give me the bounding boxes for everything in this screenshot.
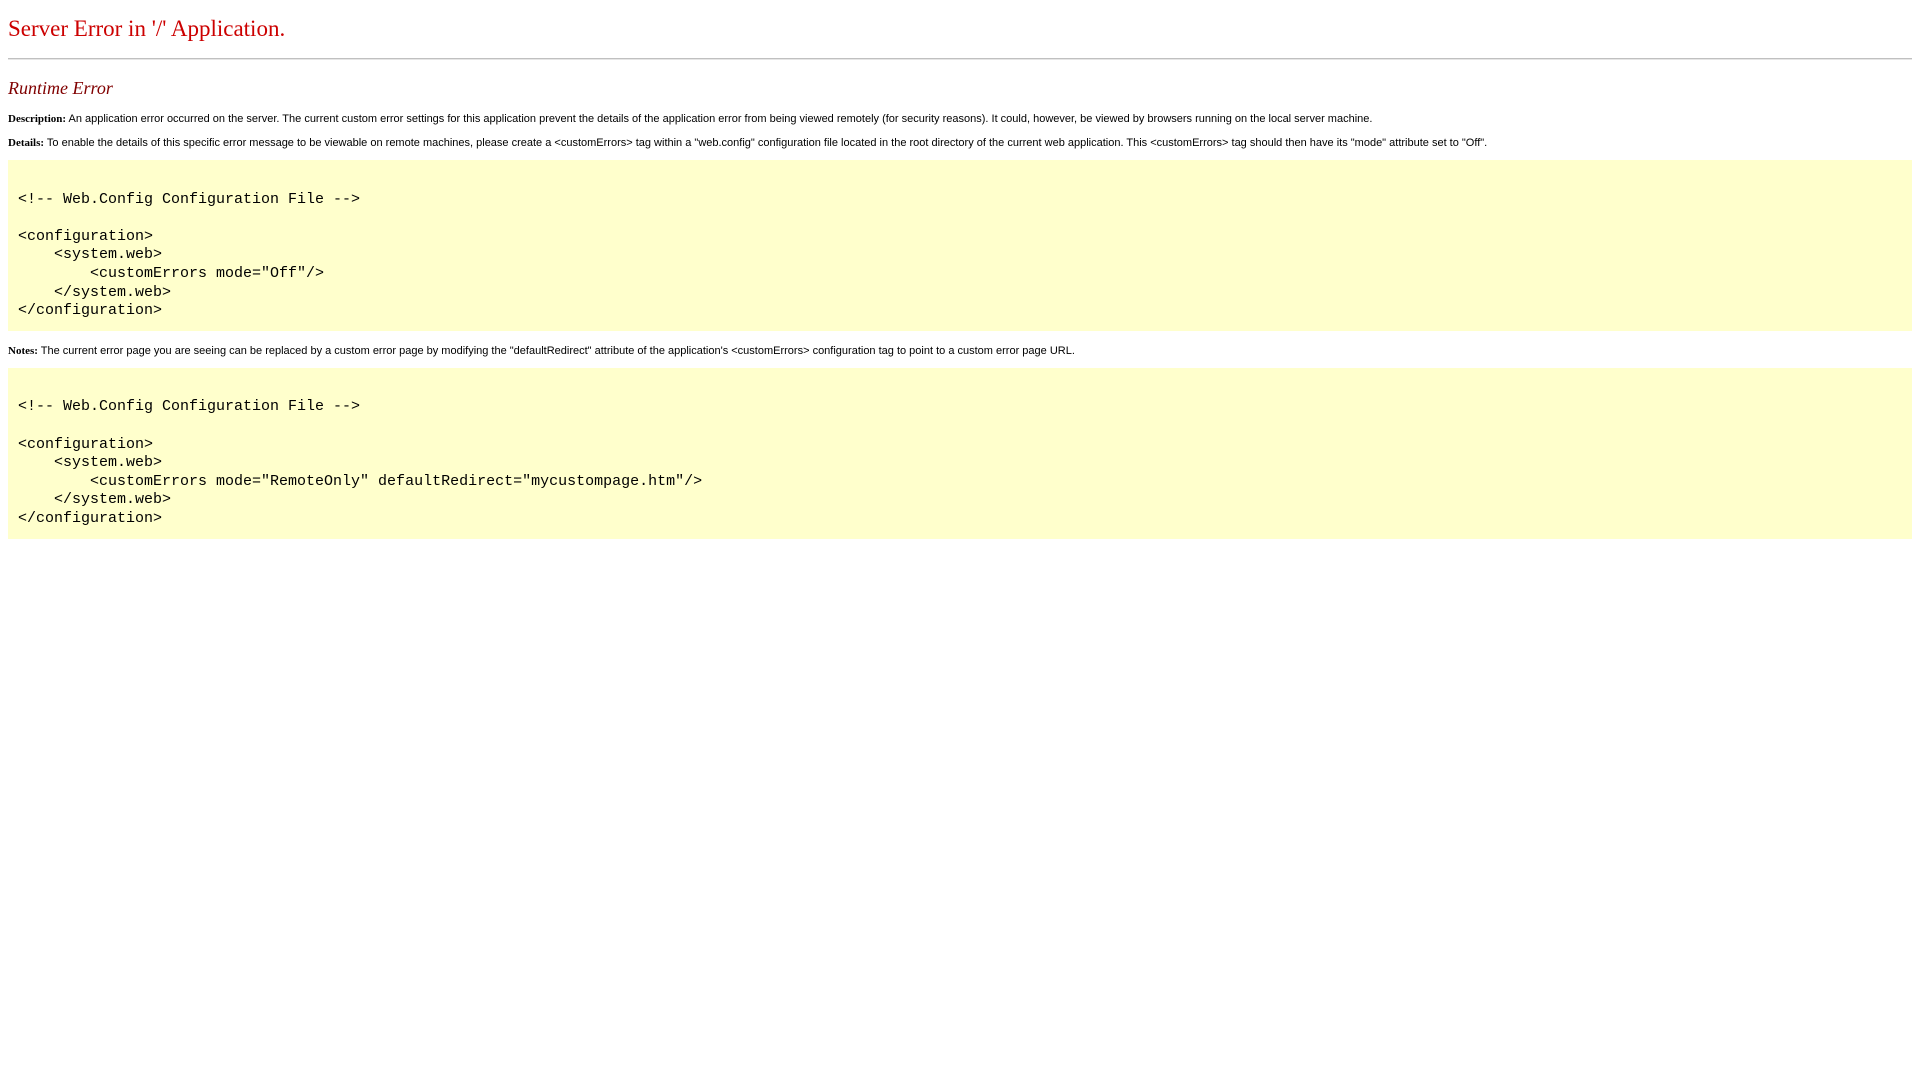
notes-text: The current error page you are seeing ca…: [40, 344, 1075, 357]
notes-line: Notes: The current error page you are se…: [8, 344, 1912, 358]
code-sample-box-off: <!-- Web.Config Configuration File --> <…: [8, 160, 1912, 331]
error-heading: Runtime Error: [8, 78, 113, 98]
notes-label: Notes:: [8, 344, 38, 357]
details-line: Details: To enable the details of this s…: [8, 136, 1912, 150]
code-sample-box-remoteonly: <!-- Web.Config Configuration File --> <…: [8, 367, 1912, 539]
code-sample-remoteonly: <!-- Web.Config Configuration File --> <…: [18, 398, 703, 527]
description-label: Description:: [8, 113, 67, 125]
title-divider: [8, 58, 1912, 60]
details-text: To enable the details of this specific e…: [46, 137, 1488, 149]
code-sample-off: <!-- Web.Config Configuration File --> <…: [18, 190, 361, 320]
details-label: Details:: [8, 137, 45, 149]
page-title: Server Error in '/' Application.: [8, 16, 286, 41]
description-text: An application error occurred on the ser…: [68, 113, 1373, 125]
description-line: Description: An application error occurr…: [8, 112, 1912, 126]
